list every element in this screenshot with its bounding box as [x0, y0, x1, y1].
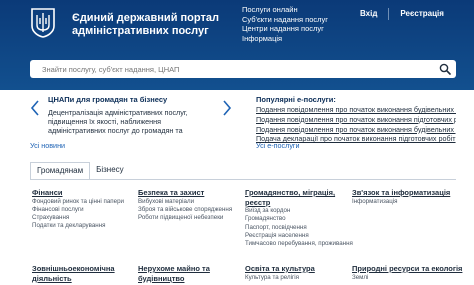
trident-emblem-icon[interactable]: [30, 8, 56, 38]
category-item[interactable]: Фінансові послуги: [32, 206, 124, 214]
auth-divider: [388, 7, 390, 20]
category-item[interactable]: Тимчасово перебування, проживання: [245, 240, 353, 248]
category-item[interactable]: Фондовий ринок та цінні папери: [32, 198, 124, 206]
category-item[interactable]: Інформатизація: [352, 198, 450, 206]
search-bar: [30, 60, 456, 78]
portal-title-line: адміністративних послуг: [72, 25, 209, 37]
all-e-services-link[interactable]: Усі е-послуги: [256, 141, 300, 150]
search-input[interactable]: [30, 60, 430, 78]
popular-services-list: Подання повідомлення про початок виконан…: [256, 105, 456, 144]
all-news-link[interactable]: Усі новини: [30, 141, 65, 150]
popular-service-link[interactable]: Подання повідомлення про початок виконан…: [256, 105, 456, 115]
category-title[interactable]: Громадянство, міграція,: [245, 188, 353, 198]
nav-link-information[interactable]: Інформація: [242, 34, 328, 44]
category-item[interactable]: Податки та декларування: [32, 222, 124, 230]
popular-service-link[interactable]: Подання повідомлення про початок виконан…: [256, 125, 456, 135]
nav-link-service-centers[interactable]: Центри надання послуг: [242, 24, 328, 34]
popular-service-link[interactable]: Подання повідомлення про початок виконан…: [256, 115, 456, 125]
category-communications: Зв'язок та інформатизація Інформатизація: [352, 188, 450, 206]
promo-text-line: підвищення їх якості, наближення: [48, 117, 161, 126]
category-finance: Фінанси Фондовий ринок та цінні папери Ф…: [32, 188, 124, 231]
category-title[interactable]: Нерухоме майно та: [138, 264, 210, 274]
category-item[interactable]: Страхування: [32, 214, 124, 222]
nav-link-service-providers[interactable]: Суб'єкти надання послуг: [242, 15, 328, 25]
category-title[interactable]: Зв'язок та інформатизація: [352, 188, 450, 198]
category-foreign-trade: Зовнішньоекономічна діяльність: [32, 264, 115, 283]
portal-title-line: Єдиний державний портал: [72, 12, 219, 24]
carousel-next-icon[interactable]: [222, 100, 232, 116]
nav-link-services-online[interactable]: Послуги онлайн: [242, 5, 328, 15]
category-item[interactable]: Паспорт, посвідчення: [245, 224, 353, 232]
category-real-estate: Нерухоме майно та будівництво: [138, 264, 210, 283]
promo-text-line: адміністративних послуг до громадян та: [48, 126, 183, 135]
category-title[interactable]: Фінанси: [32, 188, 124, 198]
category-item[interactable]: Громадянство: [245, 215, 353, 223]
category-title[interactable]: діяльність: [32, 274, 115, 284]
category-item[interactable]: Зброя та військове спорядження: [138, 206, 232, 214]
category-title[interactable]: Освіта та культура: [245, 264, 315, 274]
category-item[interactable]: Роботи підвищеної небезпеки: [138, 214, 232, 222]
site-header: Єдиний державний портал адміністративних…: [0, 0, 474, 90]
category-item[interactable]: Виїзд за кордон: [245, 207, 353, 215]
category-nature: Природні ресурси та екологія Землі: [352, 264, 462, 282]
login-button[interactable]: Вхід: [356, 7, 381, 20]
category-title[interactable]: Безпека та захист: [138, 188, 232, 198]
category-item[interactable]: Реєстрація населення: [245, 232, 353, 240]
portal-title[interactable]: Єдиний державний портал адміністративних…: [72, 12, 232, 38]
category-item[interactable]: Вибухові матеріали: [138, 198, 232, 206]
search-icon[interactable]: [439, 63, 451, 75]
tab-citizens[interactable]: Громадянам: [30, 162, 91, 180]
auth-bar: Вхід Реєстрація: [356, 7, 448, 20]
top-nav: Послуги онлайн Суб'єкти надання послуг Ц…: [242, 5, 328, 43]
category-education: Освіта та культура Культура та релігія: [245, 264, 315, 282]
promo-text-line: Децентралізація адміністративних послуг,: [48, 108, 188, 117]
category-title[interactable]: Зовнішньоекономічна: [32, 264, 115, 274]
tabs-divider: [30, 179, 456, 180]
carousel-prev-icon[interactable]: [30, 100, 40, 116]
promo-title: ЦНАПи для громадян та бізнесу: [48, 95, 168, 104]
category-title[interactable]: реєстр: [245, 198, 353, 208]
popular-services-title: Популярні е-послуги:: [256, 95, 336, 104]
register-button[interactable]: Реєстрація: [396, 7, 448, 20]
category-item[interactable]: Землі: [352, 274, 462, 282]
promo-text: Децентралізація адміністративних послуг,…: [48, 108, 208, 135]
tab-business[interactable]: Бізнесу: [90, 162, 130, 180]
category-item[interactable]: Культура та релігія: [245, 274, 315, 282]
category-title[interactable]: будівництво: [138, 274, 210, 284]
category-security: Безпека та захист Вибухові матеріали Збр…: [138, 188, 232, 222]
audience-tabs: Громадянам Бізнесу: [30, 162, 130, 180]
category-citizenship: Громадянство, міграція, реєстр Виїзд за …: [245, 188, 353, 248]
category-title[interactable]: Природні ресурси та екологія: [352, 264, 462, 274]
